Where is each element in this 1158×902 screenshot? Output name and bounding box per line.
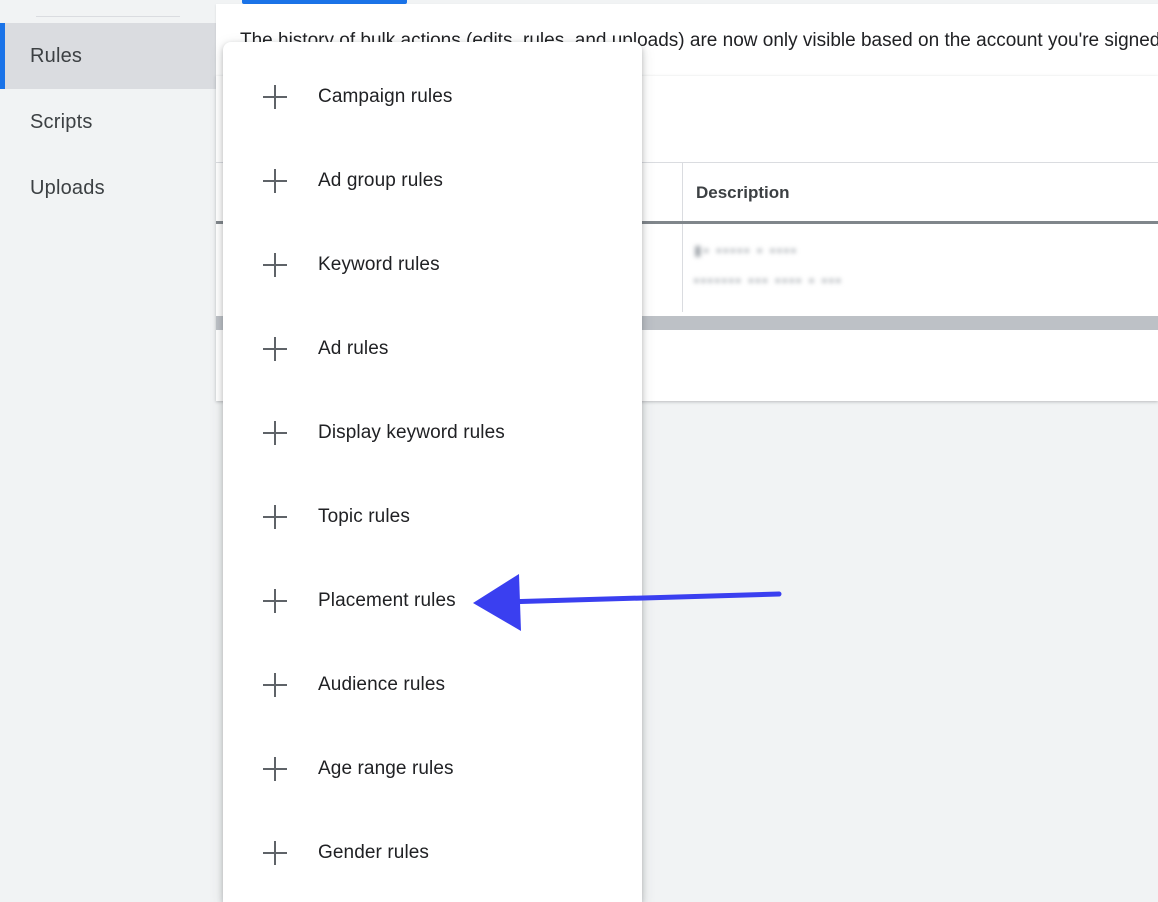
- menu-item-ad-group-rules[interactable]: Ad group rules: [223, 139, 642, 223]
- blurred-description-line: ▮▪ ▪▪▪▪▪ ▪ ▪▪▪▪: [694, 242, 798, 258]
- plus-icon: [263, 337, 287, 361]
- column-header-description[interactable]: Description: [696, 183, 790, 203]
- menu-item-placement-rules[interactable]: Placement rules: [223, 559, 642, 643]
- menu-item-audience-rules[interactable]: Audience rules: [223, 643, 642, 727]
- sidebar: Rules Scripts Uploads: [0, 0, 216, 874]
- menu-item-label: Age range rules: [318, 758, 454, 779]
- menu-item-display-keyword-rules[interactable]: Display keyword rules: [223, 391, 642, 475]
- menu-item-label: Ad rules: [318, 338, 389, 359]
- menu-item-topic-rules[interactable]: Topic rules: [223, 475, 642, 559]
- menu-item-gender-rules[interactable]: Gender rules: [223, 811, 642, 895]
- menu-item-label: Audience rules: [318, 674, 446, 695]
- menu-item-label: Ad group rules: [318, 170, 443, 191]
- sidebar-divider: [36, 16, 180, 17]
- plus-icon: [263, 253, 287, 277]
- menu-item-label: Keyword rules: [318, 254, 440, 275]
- menu-item-keyword-rules[interactable]: Keyword rules: [223, 223, 642, 307]
- column-divider: [682, 163, 683, 221]
- plus-icon: [263, 589, 287, 613]
- menu-item-ad-rules[interactable]: Ad rules: [223, 307, 642, 391]
- plus-icon: [263, 421, 287, 445]
- plus-icon: [263, 505, 287, 529]
- sidebar-item-rules[interactable]: Rules: [0, 23, 216, 89]
- menu-item-age-range-rules[interactable]: Age range rules: [223, 727, 642, 811]
- sidebar-item-label: Uploads: [30, 176, 105, 199]
- plus-icon: [263, 673, 287, 697]
- sidebar-item-label: Scripts: [30, 110, 93, 133]
- menu-item-label: Display keyword rules: [318, 422, 505, 443]
- sidebar-item-label: Rules: [30, 44, 83, 67]
- menu-item-campaign-rules[interactable]: Campaign rules: [223, 55, 642, 139]
- sidebar-item-uploads[interactable]: Uploads: [0, 155, 216, 221]
- menu-item-label: Campaign rules: [318, 86, 453, 107]
- column-divider: [682, 224, 683, 312]
- plus-icon: [263, 841, 287, 865]
- sidebar-item-scripts[interactable]: Scripts: [0, 89, 216, 155]
- plus-icon: [263, 757, 287, 781]
- menu-item-label: Topic rules: [318, 506, 410, 527]
- new-rule-menu: Campaign rules Ad group rules Keyword ru…: [223, 42, 642, 902]
- plus-icon: [263, 169, 287, 193]
- menu-item-label: Placement rules: [318, 590, 456, 611]
- blurred-description-line: ▪▪▪▪▪▪▪ ▪▪▪ ▪▪▪▪ ▪ ▪▪▪: [694, 272, 843, 288]
- menu-item-label: Gender rules: [318, 842, 430, 863]
- plus-icon: [263, 85, 287, 109]
